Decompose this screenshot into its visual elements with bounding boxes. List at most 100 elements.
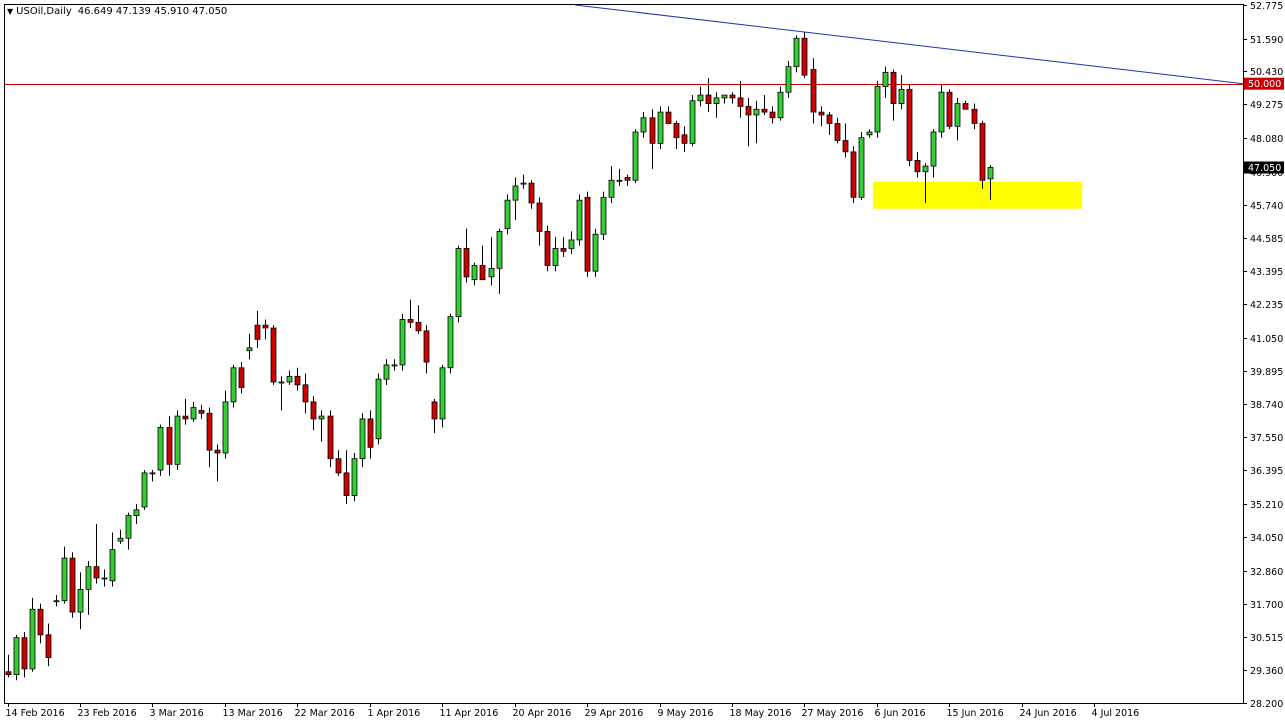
bear-candle-body xyxy=(206,412,213,451)
bull-candle-body xyxy=(471,265,478,281)
bull-candle-body xyxy=(278,381,285,384)
resistance-price-tag-label: 50.000 xyxy=(1248,79,1281,90)
bear-candle-body xyxy=(37,608,44,636)
bull-candle-body xyxy=(632,131,639,181)
y-tick-label: 30.515 xyxy=(1250,633,1283,644)
bear-candle-body xyxy=(810,69,817,113)
bear-candle-body xyxy=(343,472,350,497)
y-tick-label: 29.360 xyxy=(1250,666,1283,677)
x-tick-label: 1 Apr 2016 xyxy=(368,708,421,719)
bull-candle-body xyxy=(222,401,229,454)
candle xyxy=(399,313,406,371)
bear-candle-body xyxy=(479,265,486,281)
current-price-tag-label: 47.050 xyxy=(1248,163,1281,174)
bear-candle-body xyxy=(906,88,913,161)
x-tick-label: 18 May 2016 xyxy=(730,708,792,719)
bear-candle-body xyxy=(681,134,688,144)
support-zone-highlight xyxy=(872,181,1083,209)
candlestick-chart[interactable]: 52.77551.59050.43049.27548.08046.90045.7… xyxy=(0,0,1285,725)
candle xyxy=(946,89,953,130)
bear-candle-body xyxy=(214,449,221,454)
bear-candle-body xyxy=(238,367,245,389)
x-tick-label: 9 May 2016 xyxy=(658,708,714,719)
chart-window[interactable]: 52.775 51.590 50.430 49.275 48.080 46.900 45.7… xyxy=(0,0,1285,725)
x-tick-label: 3 Mar 2016 xyxy=(150,708,204,719)
bull-candle-body xyxy=(608,179,615,198)
y-tick-label: 38.740 xyxy=(1250,400,1283,411)
bear-candle-body xyxy=(327,415,334,460)
bull-candle-body xyxy=(109,549,116,582)
bear-candle-body xyxy=(544,231,551,266)
y-tick-label: 39.895 xyxy=(1250,367,1283,378)
bull-candle-body xyxy=(157,427,164,471)
bear-candle-body xyxy=(971,108,978,124)
bull-candle-body xyxy=(504,199,511,229)
x-tick-label: 4 Jul 2016 xyxy=(1092,708,1140,719)
y-tick-label: 36.395 xyxy=(1250,466,1283,477)
bull-candle-body xyxy=(496,231,503,269)
x-tick-label: 11 Apr 2016 xyxy=(440,708,499,719)
bear-candle-body xyxy=(536,202,543,232)
candle xyxy=(141,470,148,510)
bull-candle-body xyxy=(858,137,865,198)
x-tick-label: 14 Feb 2016 xyxy=(6,708,65,719)
bull-candle-body xyxy=(689,100,696,144)
bear-candle-body xyxy=(270,327,277,383)
resistance-price-tag: 50.000 xyxy=(1244,77,1284,90)
bear-candle-body xyxy=(834,123,841,141)
plot-area[interactable] xyxy=(4,4,1244,704)
y-tick-label: 34.050 xyxy=(1250,533,1283,544)
bull-candle-body xyxy=(439,367,446,420)
candle xyxy=(906,83,913,167)
bear-candle-body xyxy=(21,637,28,670)
bull-candle-body xyxy=(359,418,366,460)
bull-candle-body xyxy=(616,179,623,182)
bull-candle-body xyxy=(512,185,519,201)
candle xyxy=(576,194,583,246)
x-tick-label: 22 Mar 2016 xyxy=(295,708,355,719)
x-tick-label: 13 Mar 2016 xyxy=(223,708,283,719)
candle xyxy=(157,424,164,476)
bull-candle-body xyxy=(125,515,132,539)
triangle-down-icon[interactable]: ▼ xyxy=(7,7,13,16)
bear-candle-body xyxy=(69,557,76,613)
bull-candle-body xyxy=(133,509,140,516)
x-tick-label: 27 May 2016 xyxy=(802,708,864,719)
y-tick-label: 44.585 xyxy=(1250,234,1283,245)
bear-candle-body xyxy=(415,321,422,332)
bull-candle-body xyxy=(101,577,108,580)
candle xyxy=(584,191,591,277)
bear-candle-body xyxy=(166,427,173,465)
bear-candle-body xyxy=(737,97,744,107)
bull-candle-body xyxy=(13,637,20,675)
candle xyxy=(13,634,20,681)
candle xyxy=(858,131,865,201)
x-tick-label: 6 Jun 2016 xyxy=(875,708,926,719)
x-tick-label: 15 Jun 2016 xyxy=(947,708,1004,719)
bull-candle-body xyxy=(383,364,390,380)
bear-candle-body xyxy=(842,140,849,153)
bear-candle-body xyxy=(705,94,712,104)
bull-candle-body xyxy=(600,196,607,235)
candle xyxy=(327,410,334,468)
bear-candle-body xyxy=(294,375,301,386)
bull-candle-body xyxy=(29,608,36,670)
bull-candle-body xyxy=(61,557,68,602)
bear-candle-body xyxy=(665,111,672,124)
bear-candle-body xyxy=(850,151,857,198)
bull-candle-body xyxy=(375,378,382,440)
bull-candle-body xyxy=(141,472,148,508)
bull-candle-body xyxy=(149,472,156,475)
bull-candle-body xyxy=(922,165,929,173)
bear-candle-body xyxy=(198,409,205,414)
bull-candle-body xyxy=(657,111,664,144)
x-tick-label: 29 Apr 2016 xyxy=(585,708,644,719)
candle xyxy=(439,364,446,428)
candle xyxy=(270,325,277,385)
candle xyxy=(979,120,986,189)
bear-candle-body xyxy=(649,117,656,144)
ohlc-open: 46.649 xyxy=(77,6,113,17)
bull-candle-body xyxy=(592,233,599,272)
bear-candle-body xyxy=(761,108,768,113)
bull-candle-body xyxy=(785,66,792,93)
